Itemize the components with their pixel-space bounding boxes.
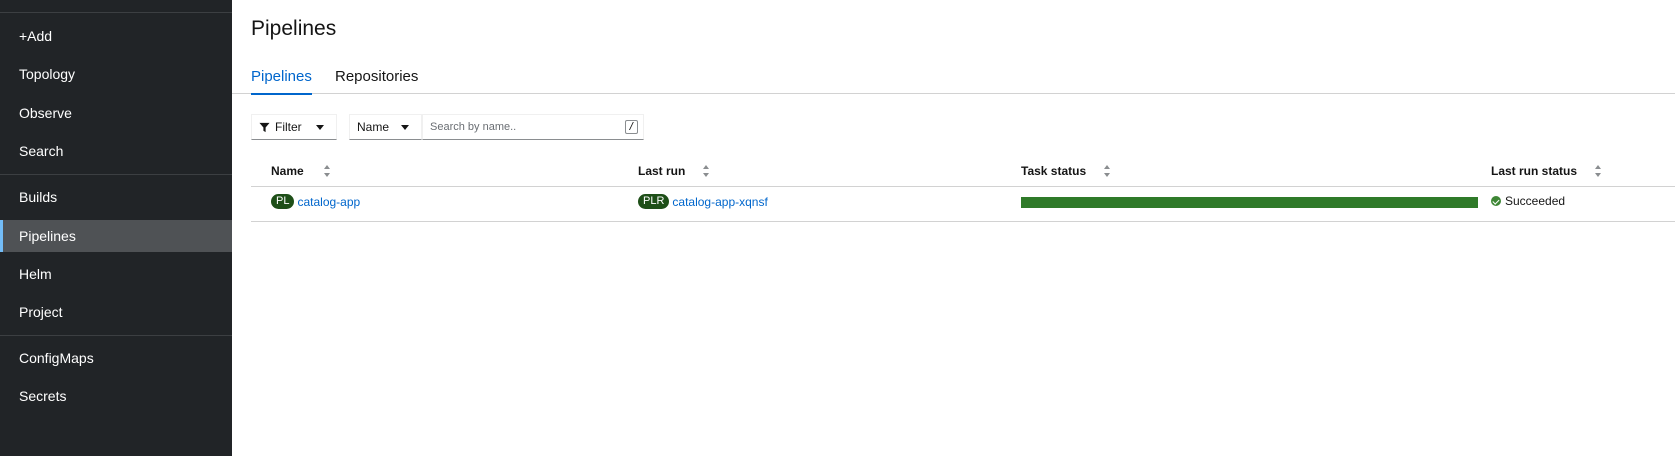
column-header-label: Name: [271, 164, 304, 178]
caret-down-icon: [401, 125, 409, 130]
tab-repositories[interactable]: Repositories: [335, 68, 418, 94]
sidebar-item-topology[interactable]: Topology: [0, 58, 232, 90]
pipeline-name-cell: PL catalog-app: [271, 194, 360, 209]
sidebar-item-label: Observe: [19, 105, 72, 121]
sidebar-nav: +Add Topology Observe Search Builds Pipe…: [0, 0, 232, 456]
sort-icon: [1104, 165, 1111, 177]
sidebar-item-helm[interactable]: Helm: [0, 258, 232, 290]
pipeline-run-badge: PLR: [638, 194, 670, 209]
sidebar-item-search[interactable]: Search: [0, 135, 232, 167]
sidebar-item-label: Project: [19, 304, 63, 320]
sidebar-divider: [0, 335, 232, 336]
sidebar-item-label: +Add: [19, 28, 53, 44]
filter-icon: [259, 122, 270, 132]
filter-attribute-select[interactable]: Name: [349, 114, 422, 140]
sidebar-item-label: Search: [19, 143, 64, 159]
last-run-status-cell: Succeeded: [1491, 194, 1565, 208]
sidebar-item-label: Builds: [19, 189, 58, 205]
pipeline-badge: PL: [271, 194, 295, 209]
check-circle-icon: [1491, 196, 1501, 206]
pipeline-link[interactable]: catalog-app: [297, 195, 360, 209]
tab-bar: Pipelines Repositories: [232, 64, 1675, 95]
table-divider: [251, 221, 1675, 222]
sidebar-item-label: Secrets: [19, 388, 67, 404]
sidebar-divider: [0, 174, 232, 175]
filter-attribute-label: Name: [357, 120, 390, 134]
filter-dropdown[interactable]: Filter: [251, 114, 337, 140]
main-content: Pipelines Pipelines Repositories Filter …: [232, 0, 1675, 456]
table-divider: [251, 186, 1675, 187]
keyboard-shortcut-hint: /: [625, 120, 638, 134]
sort-icon: [1595, 165, 1602, 177]
sidebar-item-label: Pipelines: [19, 228, 76, 244]
column-header-last-run-status[interactable]: Last run status: [1491, 164, 1602, 178]
pipeline-run-link[interactable]: catalog-app-xqnsf: [672, 195, 767, 209]
column-header-name[interactable]: Name: [271, 164, 330, 178]
column-header-task-status[interactable]: Task status: [1021, 164, 1111, 178]
task-status-fill: [1021, 197, 1478, 208]
sidebar-item-add[interactable]: +Add: [0, 20, 232, 52]
column-header-label: Last run: [638, 164, 686, 178]
sidebar-item-label: Topology: [19, 66, 76, 82]
task-status-bar[interactable]: [1021, 197, 1478, 208]
search-input[interactable]: [423, 115, 613, 139]
sidebar-item-observe[interactable]: Observe: [0, 97, 232, 129]
caret-down-icon: [316, 125, 324, 130]
sort-icon: [323, 165, 330, 177]
search-field: /: [422, 114, 644, 140]
sort-icon: [703, 165, 710, 177]
sidebar-item-builds[interactable]: Builds: [0, 181, 232, 213]
sidebar-item-configmaps[interactable]: ConfigMaps: [0, 342, 232, 374]
column-header-last-run[interactable]: Last run: [638, 164, 710, 178]
sidebar-item-project[interactable]: Project: [0, 296, 232, 328]
sidebar-item-pipelines[interactable]: Pipelines: [0, 220, 232, 252]
sidebar-item-label: ConfigMaps: [19, 350, 94, 366]
sidebar-divider: [0, 12, 232, 13]
column-header-label: Last run status: [1491, 164, 1578, 178]
sidebar-item-secrets[interactable]: Secrets: [0, 380, 232, 412]
last-run-cell: PLR catalog-app-xqnsf: [638, 194, 768, 209]
column-header-label: Task status: [1021, 164, 1087, 178]
page-title: Pipelines: [251, 17, 337, 40]
sidebar-item-label: Helm: [19, 266, 52, 282]
status-text: Succeeded: [1505, 194, 1566, 208]
filter-label: Filter: [275, 120, 302, 134]
tab-pipelines[interactable]: Pipelines: [251, 68, 312, 95]
